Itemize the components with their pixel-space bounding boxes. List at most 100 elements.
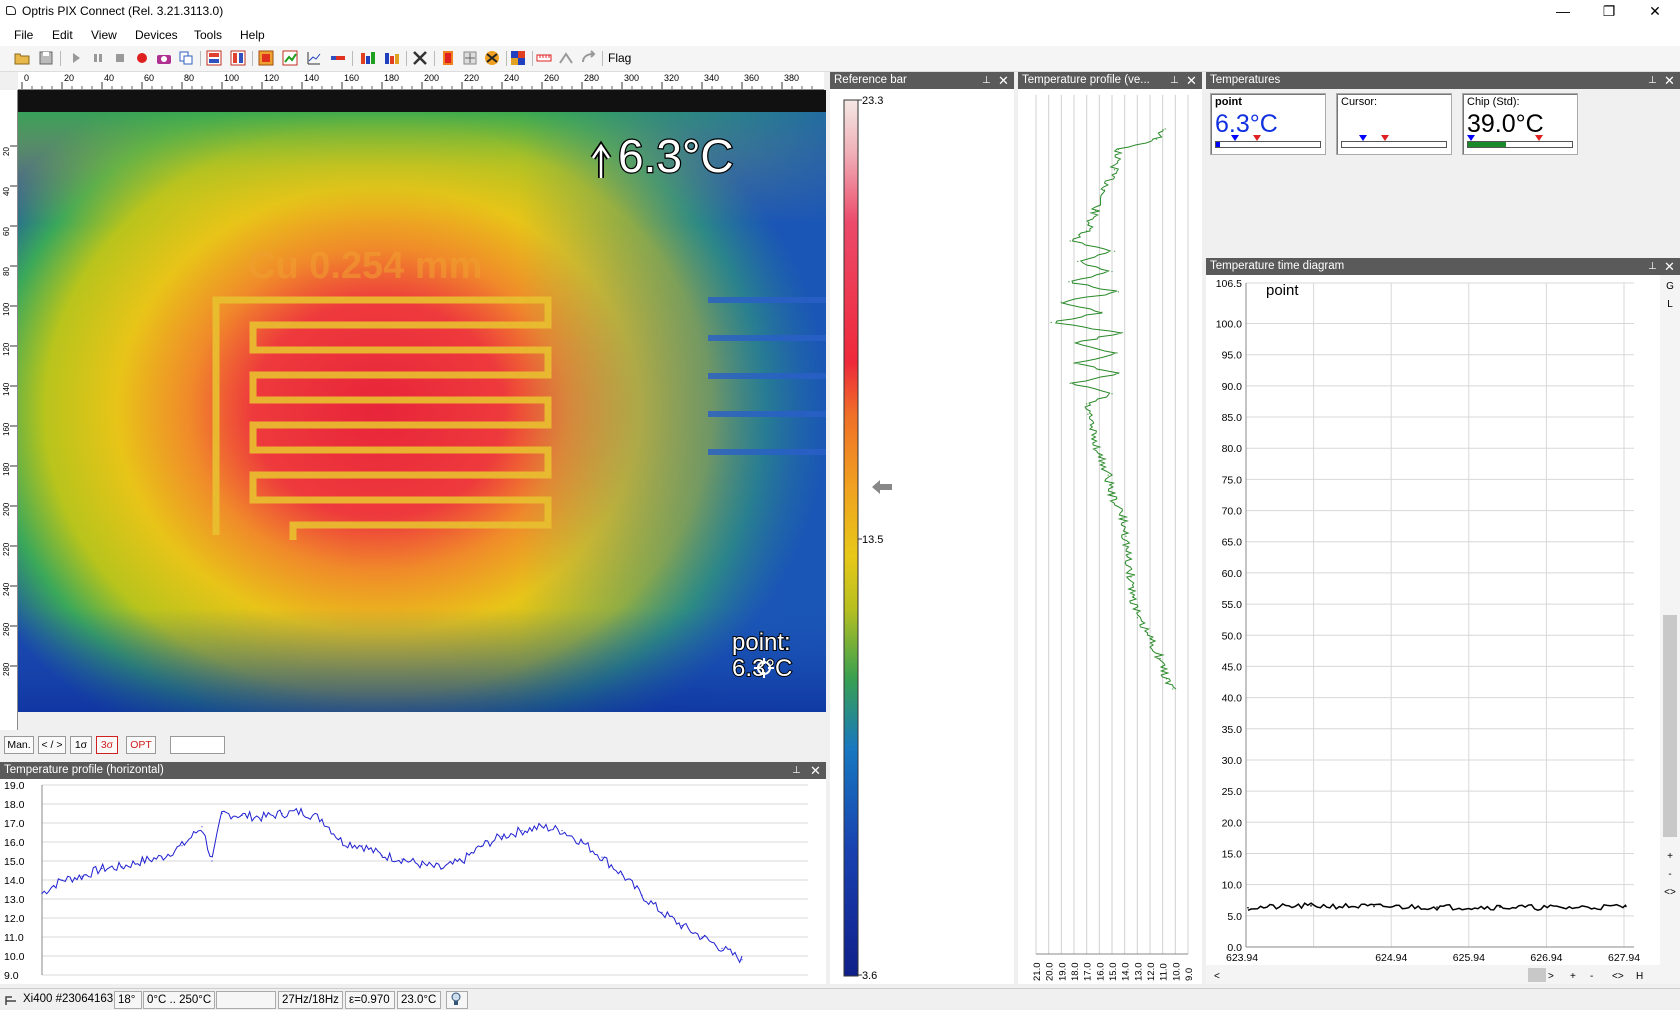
hprofile-point (121, 866, 123, 868)
time-series-point (1436, 906, 1438, 908)
settings-icon[interactable] (558, 50, 574, 66)
close-icon[interactable]: ✕ (1664, 72, 1675, 89)
pin-icon[interactable]: ⊥ (1648, 258, 1657, 275)
bottom-button[interactable]: H (1636, 971, 1643, 982)
save-icon[interactable] (38, 50, 54, 66)
lightbulb-icon[interactable] (446, 991, 468, 1009)
menu-help[interactable]: Help (240, 28, 265, 42)
flag-button[interactable]: Flag (608, 51, 631, 65)
menu-tools[interactable]: Tools (194, 28, 222, 42)
ruler-label: 40 (2, 187, 11, 196)
hprofile-point (641, 894, 643, 896)
range-button[interactable]: < / > (38, 736, 66, 754)
scrollbar-thumb (1663, 615, 1677, 837)
grid-icon[interactable] (510, 50, 526, 66)
vprofile-point (1113, 169, 1116, 171)
menu-edit[interactable]: Edit (52, 28, 73, 42)
hprofile-point (561, 830, 563, 832)
y-tick-label: 100.0 (1216, 319, 1242, 331)
close-icon[interactable]: ✕ (810, 762, 821, 779)
chart-icon[interactable] (282, 50, 298, 66)
manual-range-button[interactable]: Man. (4, 736, 34, 754)
cursor-temp-box[interactable]: Cursor: (1336, 93, 1452, 155)
y-tick-label: 17.0 (4, 818, 25, 830)
checker-icon[interactable] (484, 50, 500, 66)
flag-group-icon[interactable] (360, 50, 376, 66)
hprofile-header: Temperature profile (horizontal) ⊥ ✕ (0, 762, 826, 779)
side-button[interactable]: G (1666, 281, 1674, 292)
bottom-button[interactable]: - (1590, 971, 1593, 982)
stop-icon[interactable] (112, 50, 128, 66)
bottom-button[interactable]: + (1570, 971, 1576, 982)
palette-icon[interactable] (206, 50, 222, 66)
x-tick-label: 625.94 (1453, 952, 1485, 964)
measure-icon[interactable] (536, 50, 552, 66)
side-button[interactable]: - (1668, 869, 1671, 880)
vprofile-point (1126, 556, 1128, 558)
vprofile-point (1136, 617, 1138, 619)
cold-icon[interactable] (462, 50, 478, 66)
thermometer-icon[interactable] (330, 50, 346, 66)
color-bars-icon[interactable] (384, 50, 400, 66)
ruler-label: 280 (2, 662, 11, 676)
pin-icon[interactable]: ⊥ (792, 762, 801, 779)
vprofile-chart[interactable]: 21.0 20.0 19.0 18.0 17.0 16.0 15.0 14.0 13.0 12.0… (1018, 89, 1202, 984)
pause-icon[interactable] (90, 50, 106, 66)
side-button[interactable]: L (1667, 299, 1673, 310)
menu-devices[interactable]: Devices (135, 28, 178, 42)
minimize-button[interactable]: — (1540, 0, 1586, 24)
chip-temp-box[interactable]: Chip (Std): 39.0°C (1462, 93, 1578, 155)
point-temp-box[interactable]: point 6.3°C (1210, 93, 1326, 155)
point-value: 6.3°C (1215, 110, 1278, 138)
opt-button[interactable]: OPT (126, 736, 156, 754)
close-icon[interactable]: ✕ (998, 72, 1009, 89)
refresh-icon[interactable] (580, 50, 596, 66)
menu-file[interactable]: File (14, 28, 33, 42)
pin-icon[interactable]: ⊥ (1648, 72, 1657, 89)
vprofile-point (1050, 321, 1052, 324)
vprofile-point (1060, 301, 1062, 303)
side-button[interactable]: + (1667, 851, 1673, 862)
y-tick-label: 25.0 (1222, 786, 1243, 798)
time-diagram-chart[interactable]: 106.5 100.0 95.0 90.0 85.0 80.0 75.0 70.0 65.0 60… (1206, 275, 1680, 984)
time-series-point (1625, 905, 1627, 908)
bottom-button[interactable]: <> (1612, 971, 1624, 982)
hprofile-chart[interactable]: 19.0 18.0 17.0 16.0 15.0 14.0 13.0 12.0 11.0 10.0… (0, 779, 826, 984)
x-tick-label: 18.0 (1070, 963, 1081, 982)
sigma1-button[interactable]: 1σ (70, 736, 92, 754)
play-icon[interactable] (68, 50, 84, 66)
tools-icon[interactable] (412, 50, 428, 66)
copy-icon[interactable] (178, 50, 194, 66)
pin-icon[interactable]: ⊥ (982, 72, 991, 89)
profile-icon[interactable] (258, 50, 274, 66)
snapshot-icon[interactable] (156, 50, 172, 66)
pin-icon[interactable]: ⊥ (1170, 72, 1179, 89)
sigma3-button[interactable]: 3σ (96, 736, 118, 754)
vprofile-point (1074, 342, 1076, 344)
thermal-image[interactable]: Cu 0.254 mm 6.3°C point: 6.3°C (18, 90, 826, 730)
ruler-label: 180 (384, 73, 399, 83)
close-icon[interactable]: ✕ (1664, 258, 1675, 275)
maximize-button[interactable]: ❐ (1586, 0, 1632, 24)
y-tick-label: 20.0 (1222, 817, 1243, 829)
bottom-button[interactable]: > (1548, 971, 1554, 982)
open-icon[interactable] (14, 50, 30, 66)
close-window-button[interactable]: ✕ (1632, 0, 1678, 24)
menu-view[interactable]: View (91, 28, 117, 42)
hprofile-point (301, 811, 303, 813)
side-button[interactable]: <> (1664, 887, 1676, 898)
layout-icon[interactable] (230, 50, 246, 66)
close-icon[interactable]: ✕ (1186, 72, 1197, 89)
bottom-button[interactable]: < (1214, 971, 1220, 982)
hot-icon[interactable] (440, 50, 456, 66)
y-tick-label: 15.0 (1222, 848, 1243, 860)
ruler-label: 300 (624, 73, 639, 83)
x-tick-label: 13.0 (1133, 963, 1144, 982)
record-icon[interactable] (134, 50, 150, 66)
ruler-label: 220 (464, 73, 479, 83)
x-tick-label: 10.0 (1171, 963, 1182, 982)
range-slider[interactable] (170, 736, 225, 754)
vprofile-point (1094, 209, 1097, 212)
ruler-label: 160 (344, 73, 359, 83)
line-icon[interactable] (306, 50, 322, 66)
